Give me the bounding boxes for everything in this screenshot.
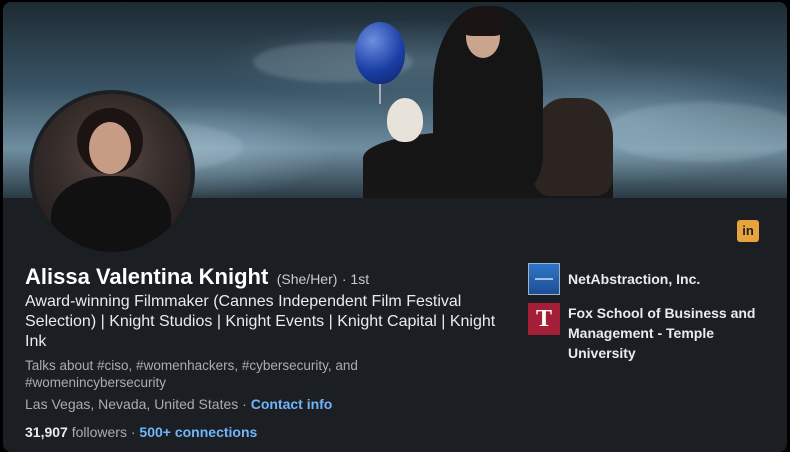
org-netabstraction[interactable]: NetAbstraction, Inc. bbox=[528, 263, 773, 295]
followers-count: 31,907 bbox=[25, 424, 68, 440]
connection-degree: · 1st bbox=[341, 271, 370, 287]
profile-pronouns: (She/Her) bbox=[276, 271, 338, 287]
netabstraction-logo bbox=[528, 263, 560, 295]
org-name: Fox School of Business and Management - … bbox=[568, 305, 756, 361]
followers-label: followers bbox=[71, 424, 127, 440]
org-temple-university[interactable]: T Fox School of Business and Management … bbox=[528, 303, 773, 363]
profile-photo[interactable] bbox=[29, 90, 195, 256]
profile-name-row: Alissa Valentina Knight (She/Her) · 1st bbox=[25, 264, 369, 290]
location-separator: · bbox=[238, 396, 251, 412]
profile-location: Las Vegas, Nevada, United States bbox=[25, 396, 239, 412]
connections-link[interactable]: 500+ connections bbox=[139, 424, 257, 440]
talks-about: Talks about #ciso, #womenhackers, #cyber… bbox=[25, 358, 358, 390]
org-name: NetAbstraction, Inc. bbox=[568, 271, 701, 287]
profile-name: Alissa Valentina Knight bbox=[25, 264, 269, 289]
location-row: Las Vegas, Nevada, United States · Conta… bbox=[25, 396, 332, 412]
contact-info-link[interactable]: Contact info bbox=[251, 396, 333, 412]
profile-headline: Award-winning Filmmaker (Cannes Independ… bbox=[25, 293, 496, 350]
temple-logo: T bbox=[528, 303, 560, 335]
network-row: 31,907 followers · 500+ connections bbox=[25, 424, 257, 440]
linkedin-icon: in bbox=[737, 220, 759, 242]
